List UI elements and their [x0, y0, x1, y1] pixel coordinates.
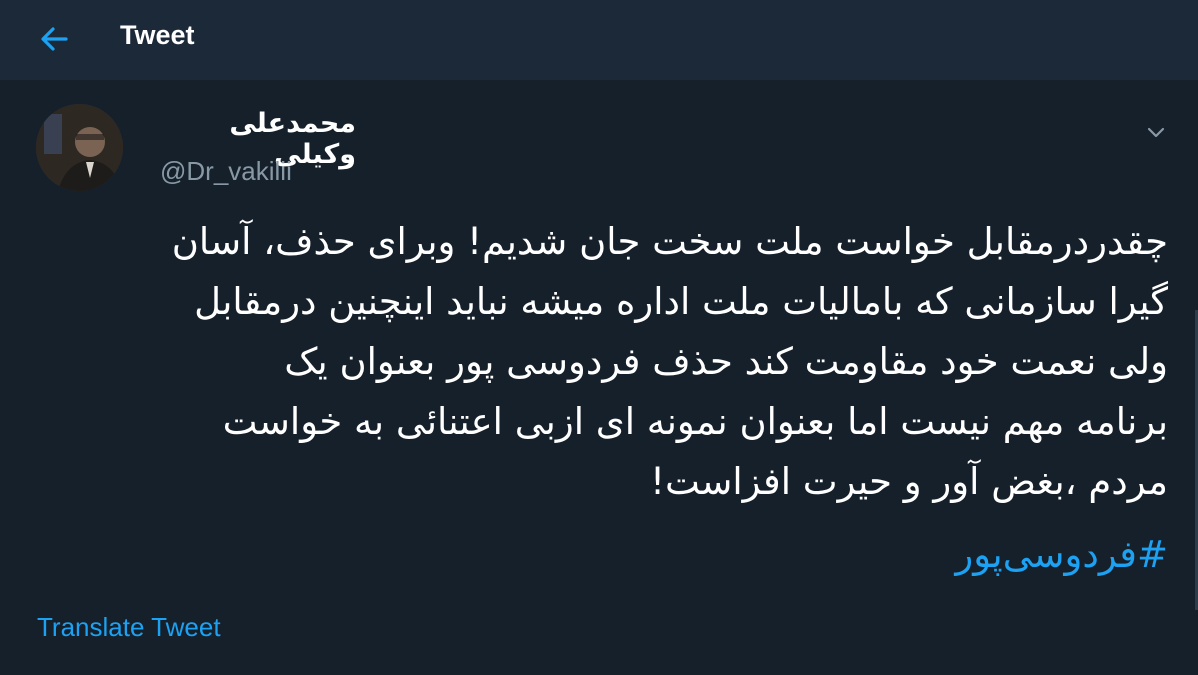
arrow-left-icon [41, 27, 68, 51]
tweet-text: چقدردرمقابل خواست ملت سخت جان شدیم! وبرا… [40, 212, 1168, 512]
avatar[interactable] [36, 104, 123, 191]
tweet-text-line: مردم ،بغض آور و حیرت افزاست! [650, 460, 1168, 503]
tweet-text-line: گیرا سازمانی که بامالیات ملت اداره میشه … [194, 280, 1168, 323]
top-bar: Tweet [0, 0, 1198, 80]
more-options-button[interactable] [1140, 118, 1172, 148]
tweet-screen: Tweet محمدعلی وکیلی @Dr_vakilii چقدردرمق… [0, 0, 1198, 675]
chevron-down-icon [1147, 127, 1165, 138]
tweet-text-line: ولی نعمت خود مقاومت کند حذف فردوسی پور ب… [284, 340, 1168, 383]
tweet-text-line: چقدردرمقابل خواست ملت سخت جان شدیم! وبرا… [171, 220, 1168, 263]
page-title: Tweet [120, 20, 195, 50]
hashtag-link[interactable]: #فردوسی‌پور [700, 528, 1168, 582]
tweet-text-line: برنامه مهم نیست اما بعنوان نمونه ای ازبی… [222, 400, 1168, 443]
author-handle[interactable]: @Dr_vakilii [160, 156, 292, 187]
back-button[interactable] [34, 22, 74, 56]
avatar-image [36, 104, 123, 191]
translate-tweet-link[interactable]: Translate Tweet [37, 612, 221, 643]
